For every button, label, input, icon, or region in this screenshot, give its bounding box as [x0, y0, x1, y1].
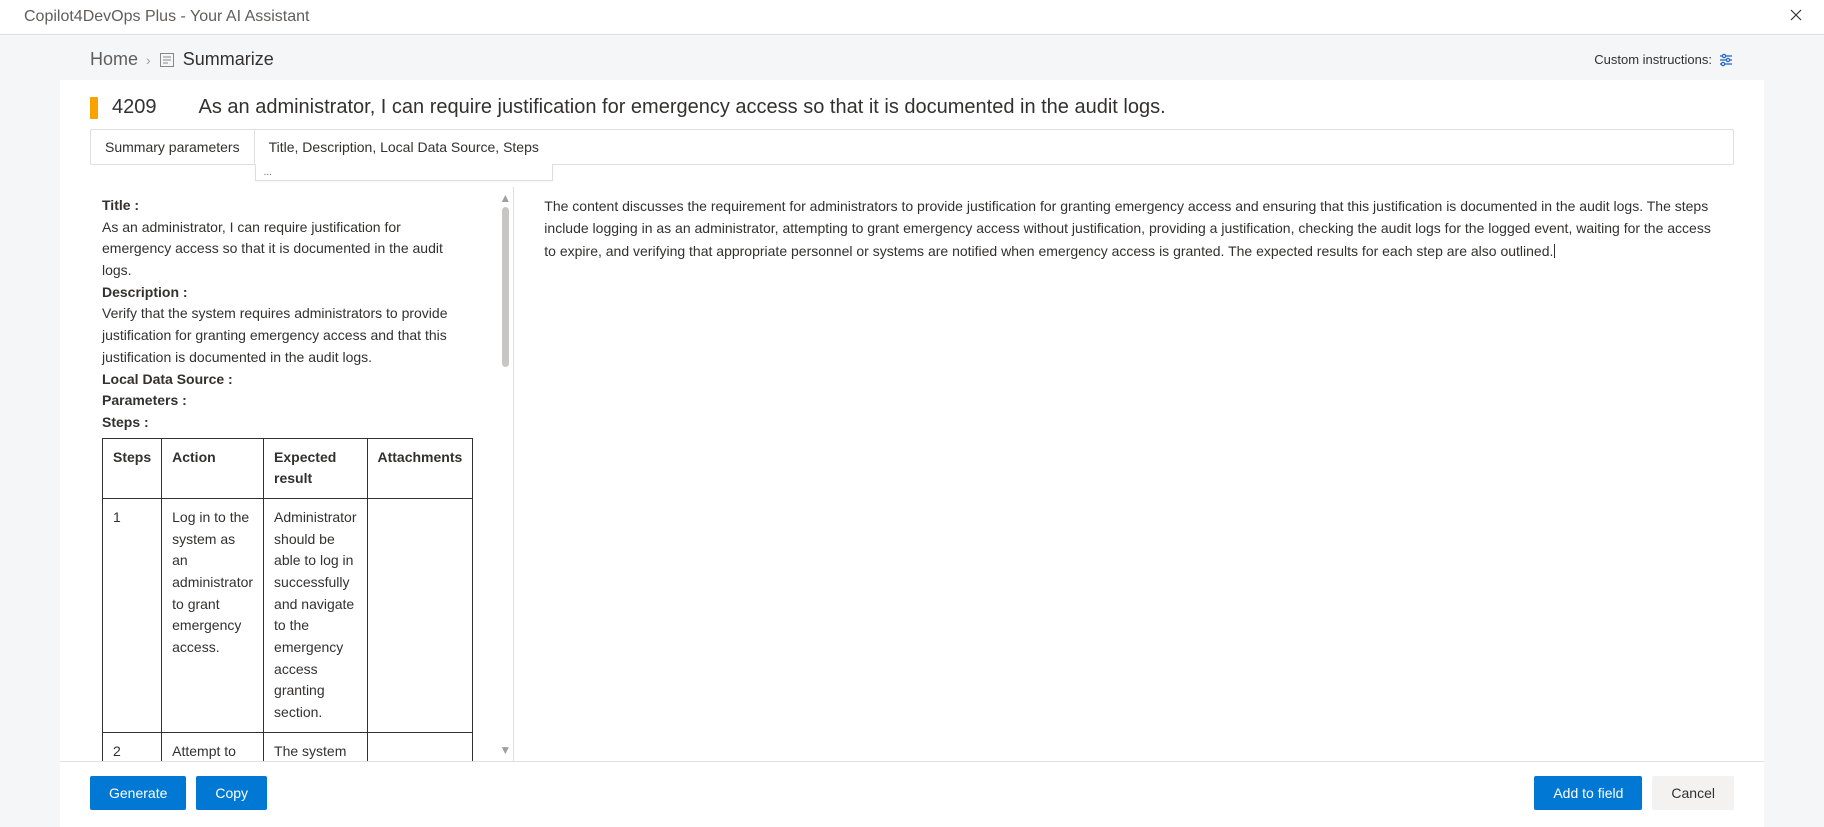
titlebar: Copilot4DevOps Plus - Your AI Assistant: [0, 0, 1824, 35]
col-action: Action: [162, 438, 264, 498]
cancel-button[interactable]: Cancel: [1652, 776, 1734, 810]
source-pane: ▲ ▼ Title : As an administrator, I can r…: [60, 187, 514, 761]
item-title: As an administrator, I can require justi…: [171, 96, 1166, 119]
summary-parameters-value[interactable]: Title, Description, Local Data Source, S…: [255, 130, 1733, 164]
summary-output-pane[interactable]: The content discusses the requirement fo…: [514, 187, 1764, 761]
chevron-right-icon: ›: [146, 52, 151, 68]
col-attachments: Attachments: [367, 438, 473, 498]
cell-action: Attempt to grant emergency access to a u…: [162, 732, 264, 761]
breadcrumb: Home › Summarize: [90, 49, 274, 70]
sliders-icon: [1718, 52, 1734, 68]
cell-action: Log in to the system as an administrator…: [162, 498, 264, 732]
footer: Generate Copy Add to field Cancel: [60, 761, 1764, 827]
summarize-icon: [159, 52, 175, 68]
breadcrumb-home[interactable]: Home: [90, 49, 138, 70]
cell-expected: Administrator should be able to log in s…: [264, 498, 367, 732]
item-title-row: 4209 As an administrator, I can require …: [90, 96, 1734, 119]
scroll-up-icon[interactable]: ▲: [499, 191, 511, 205]
table-row: 2 Attempt to grant emergency access to a…: [103, 732, 473, 761]
cell-step: 2: [103, 732, 162, 761]
title-label: Title :: [102, 197, 139, 213]
custom-instructions-label: Custom instructions:: [1594, 52, 1712, 67]
copy-button[interactable]: Copy: [196, 776, 267, 810]
breadcrumb-current: Summarize: [183, 49, 274, 70]
cell-expected: The system should not allow the administ…: [264, 732, 367, 761]
summary-parameters-dropdown-hint[interactable]: ...: [255, 164, 553, 181]
cell-step: 1: [103, 498, 162, 732]
summary-parameters-row: Summary parameters Title, Description, L…: [90, 129, 1734, 165]
generate-button[interactable]: Generate: [90, 776, 186, 810]
add-to-field-button[interactable]: Add to field: [1534, 776, 1642, 810]
cell-attachments: [367, 498, 473, 732]
col-steps: Steps: [103, 438, 162, 498]
steps-table: Steps Action Expected result Attachments…: [102, 438, 473, 761]
summary-output-text: The content discusses the requirement fo…: [544, 198, 1711, 259]
description-value: Verify that the system requires administ…: [102, 303, 473, 368]
steps-label: Steps :: [102, 414, 149, 430]
window-title: Copilot4DevOps Plus - Your AI Assistant: [24, 8, 309, 26]
parameters-label: Parameters :: [102, 392, 187, 408]
content-row: ▲ ▼ Title : As an administrator, I can r…: [60, 187, 1764, 761]
item-id: 4209: [112, 96, 157, 119]
scroll-down-icon[interactable]: ▼: [499, 743, 511, 757]
card-header: 4209 As an administrator, I can require …: [60, 80, 1764, 173]
close-icon[interactable]: [1782, 5, 1810, 29]
summary-parameters-label: Summary parameters: [91, 130, 255, 164]
table-row: 1 Log in to the system as an administrat…: [103, 498, 473, 732]
source-content[interactable]: Title : As an administrator, I can requi…: [60, 187, 513, 761]
shell: Home › Summarize Custom instructions: 42…: [0, 35, 1824, 827]
cell-attachments: [367, 732, 473, 761]
title-value: As an administrator, I can require justi…: [102, 217, 473, 282]
main-card: 4209 As an administrator, I can require …: [60, 80, 1764, 827]
breadcrumb-row: Home › Summarize Custom instructions:: [60, 35, 1764, 80]
work-item-color-bar: [90, 97, 98, 119]
col-expected: Expected result: [264, 438, 367, 498]
scrollbar-thumb[interactable]: [502, 207, 509, 367]
table-header-row: Steps Action Expected result Attachments: [103, 438, 473, 498]
description-label: Description :: [102, 284, 188, 300]
local-data-source-label: Local Data Source :: [102, 371, 233, 387]
custom-instructions-button[interactable]: Custom instructions:: [1594, 52, 1734, 68]
